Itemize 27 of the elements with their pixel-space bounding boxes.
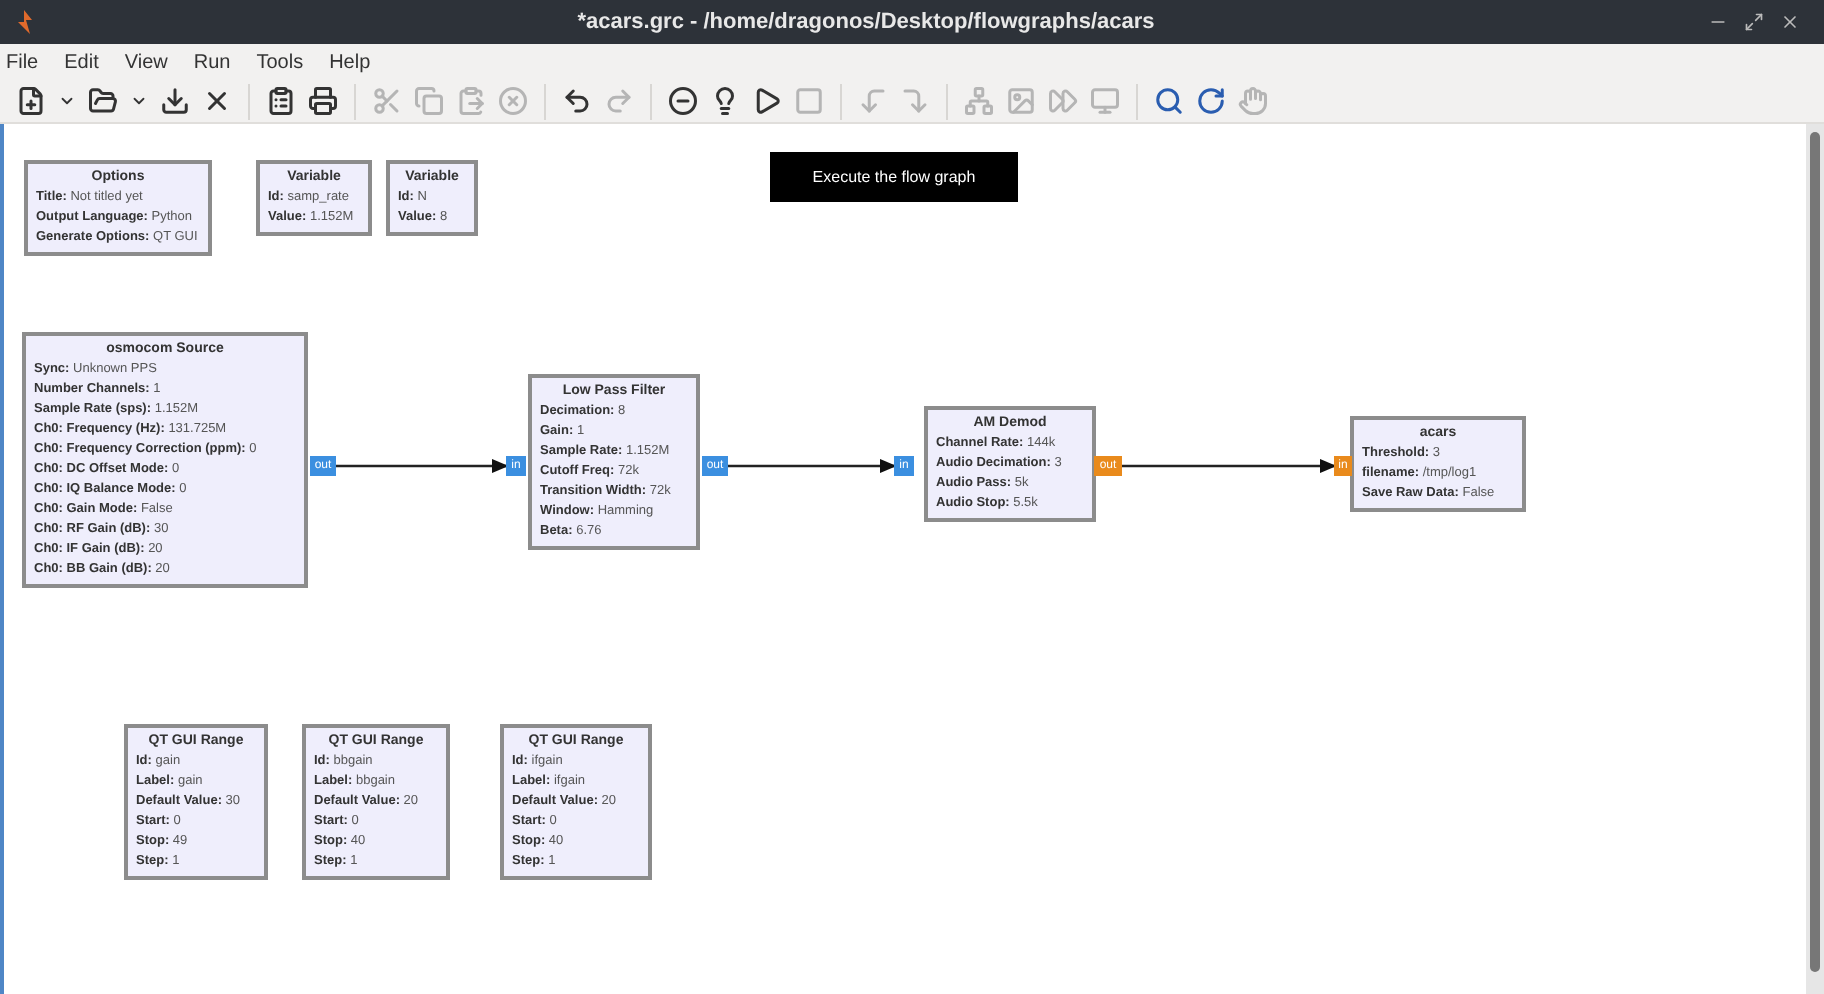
undo-icon[interactable] xyxy=(562,86,592,116)
menu-item[interactable]: File xyxy=(6,47,39,77)
scrollbar[interactable] xyxy=(1806,124,1824,994)
bulb-icon[interactable] xyxy=(710,86,740,116)
clipboard-icon[interactable] xyxy=(266,86,296,116)
new-file-icon[interactable] xyxy=(16,86,46,116)
play-icon[interactable] xyxy=(752,86,782,116)
menu-item[interactable]: Run xyxy=(193,47,231,77)
close-icon[interactable] xyxy=(202,86,232,116)
flowgraph-block[interactable] xyxy=(22,332,308,588)
search-icon[interactable] xyxy=(1154,86,1184,116)
folder-icon[interactable] xyxy=(88,86,118,116)
printer-icon[interactable] xyxy=(308,86,338,116)
caret-icon[interactable] xyxy=(130,92,148,110)
caret-icon[interactable] xyxy=(58,92,76,110)
minus-circle-icon[interactable] xyxy=(668,86,698,116)
close-icon[interactable] xyxy=(1780,12,1800,32)
window-title: *acars.grc - /home/dragonos/Desktop/flowgraphs/acars xyxy=(575,7,1157,38)
menu-item[interactable]: Tools xyxy=(256,47,304,77)
download-icon[interactable] xyxy=(160,86,190,116)
maximize-icon[interactable] xyxy=(1744,12,1764,32)
menu-item[interactable]: Help xyxy=(329,47,371,77)
menu-item[interactable]: View xyxy=(124,47,168,77)
tooltip: Execute the flow graph xyxy=(770,152,1018,202)
menu-item[interactable]: Edit xyxy=(64,47,99,77)
app-logo-icon xyxy=(16,10,32,34)
reload-icon[interactable] xyxy=(1196,86,1226,116)
